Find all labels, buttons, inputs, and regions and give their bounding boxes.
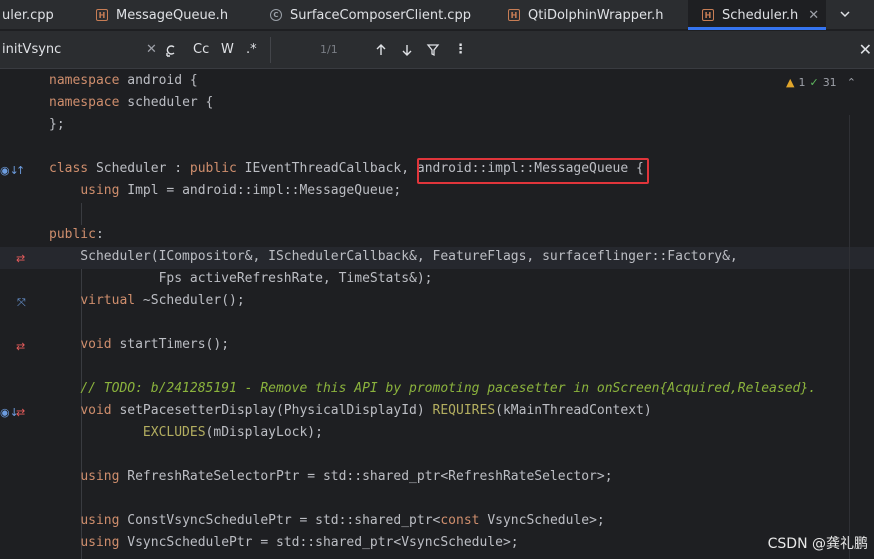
inspection-widget[interactable]: ▲ 1 ✓ 31 ⌃: [786, 76, 856, 89]
close-tab-icon[interactable]: ✕: [808, 8, 819, 23]
chevron-down-icon[interactable]: [838, 7, 852, 21]
whole-words-button[interactable]: W: [221, 42, 234, 57]
code-line[interactable]: void setPacesetterDisplay(PhysicalDispla…: [49, 400, 651, 422]
regex-button[interactable]: .*: [246, 42, 257, 57]
indent-guide: [81, 203, 82, 225]
editor-tab-bar: uler.cpp H MessageQueue.h C SurfaceCompo…: [0, 0, 874, 30]
tab-label: uler.cpp: [2, 7, 54, 23]
tab-label: Scheduler.h: [722, 7, 799, 23]
match-case-button[interactable]: Cc: [193, 42, 209, 57]
tab-surfacecomposerclient-cpp[interactable]: C SurfaceComposerClient.cpp: [270, 0, 490, 30]
highlight-annotation-box: [417, 158, 649, 184]
declaration-implementation-icon[interactable]: ⇄: [16, 253, 25, 264]
tab-messagequeue-h[interactable]: H MessageQueue.h: [96, 0, 256, 30]
tab-label: QtiDolphinWrapper.h: [528, 7, 664, 23]
next-match-icon[interactable]: [400, 43, 414, 57]
tab-scheduler-cpp[interactable]: uler.cpp: [2, 0, 84, 30]
find-separator: [270, 37, 271, 63]
active-tab-indicator: [688, 27, 826, 30]
search-input[interactable]: initVsync: [2, 42, 61, 57]
clear-search-icon[interactable]: ✕: [146, 42, 157, 57]
header-file-icon: H: [702, 9, 714, 21]
declaration-implementation-icon[interactable]: ⇄: [16, 341, 25, 352]
code-line[interactable]: // TODO: b/241285191 - Remove this API b…: [49, 378, 816, 400]
close-find-icon[interactable]: ✕: [859, 40, 872, 59]
virtual-override-icon[interactable]: ⤧: [17, 297, 26, 308]
code-line[interactable]: EXCLUDES(mDisplayLock);: [49, 422, 323, 444]
code-line[interactable]: Fps activeRefreshRate, TimeStats&);: [49, 268, 433, 290]
warning-icon: ▲: [786, 76, 795, 89]
code-editor[interactable]: ◉↓ ↑ ⇄ ⤧ ⇄ ◉↓ ⇄ ▲ 1 ✓ 31 ⌃ namespace and…: [0, 70, 874, 559]
code-line[interactable]: using ConstVsyncSchedulePtr = std::share…: [49, 510, 604, 532]
code-line[interactable]: namespace scheduler {: [49, 92, 213, 114]
header-file-icon: H: [96, 9, 108, 21]
warning-count: 1: [798, 76, 806, 89]
code-line[interactable]: virtual ~Scheduler();: [49, 290, 244, 312]
checkmark-icon: ✓: [809, 76, 819, 89]
previous-match-icon[interactable]: [374, 43, 388, 57]
editor-gutter[interactable]: ◉↓ ↑ ⇄ ⤧ ⇄ ◉↓ ⇄: [0, 70, 40, 559]
code-line[interactable]: void startTimers();: [49, 334, 229, 356]
cpp-file-icon: C: [270, 9, 282, 21]
code-line[interactable]: Scheduler(ICompositor&, ISchedulerCallba…: [49, 246, 737, 268]
code-line[interactable]: using RefreshRateSelectorPtr = std::shar…: [49, 466, 612, 488]
code-line[interactable]: using Impl = android::impl::MessageQueue…: [49, 180, 401, 202]
tab-label: SurfaceComposerClient.cpp: [290, 7, 471, 23]
code-line[interactable]: namespace android {: [49, 70, 198, 92]
filter-icon[interactable]: [426, 43, 440, 57]
chevron-up-icon[interactable]: ⌃: [847, 76, 856, 89]
declaration-implementation-icon[interactable]: ⇄: [16, 407, 25, 418]
find-bar: initVsync ✕ Cc W .* 1/1 ⋮ ✕: [0, 31, 874, 69]
header-file-icon: H: [508, 9, 520, 21]
check-count: 31: [822, 76, 837, 89]
watermark: CSDN @龚礼鹏: [767, 536, 868, 552]
more-options-icon[interactable]: ⋮: [454, 42, 467, 57]
code-line[interactable]: };: [49, 114, 65, 136]
right-margin-guide: [849, 115, 850, 559]
code-line[interactable]: public:: [49, 224, 104, 246]
implemented-icon[interactable]: ↑: [16, 165, 25, 176]
tab-label: MessageQueue.h: [116, 7, 229, 23]
match-count: 1/1: [320, 43, 338, 56]
history-icon[interactable]: [164, 43, 178, 57]
code-line[interactable]: using VsyncSchedulePtr = std::shared_ptr…: [49, 532, 518, 554]
tab-scheduler-h[interactable]: H Scheduler.h ✕: [688, 0, 826, 30]
tab-qtidolphinwrapper-h[interactable]: H QtiDolphinWrapper.h: [508, 0, 678, 30]
